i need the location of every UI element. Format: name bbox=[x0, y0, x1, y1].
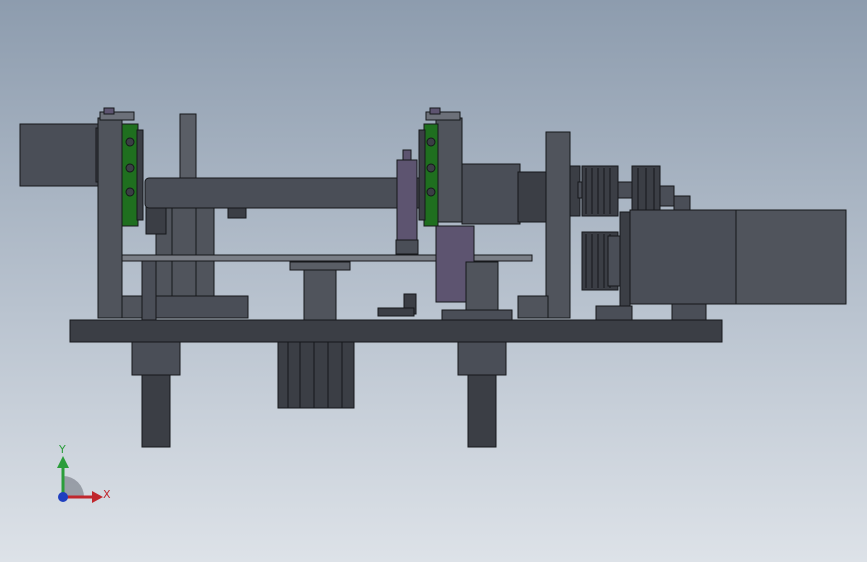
purple-cylinder bbox=[395, 149, 419, 255]
center-gear-motor bbox=[461, 163, 547, 225]
cad-viewport[interactable]: Y X bbox=[0, 0, 867, 562]
triad-x-label: X bbox=[103, 488, 111, 501]
left-green-roller bbox=[121, 123, 144, 227]
right-side-plate bbox=[517, 131, 581, 319]
base-plate bbox=[69, 319, 723, 343]
center-green-roller bbox=[418, 123, 439, 227]
left-motor bbox=[19, 123, 103, 187]
left-support-leg bbox=[131, 339, 181, 448]
right-motor bbox=[619, 209, 847, 321]
machine-assembly-drawing bbox=[19, 107, 847, 448]
center-pedestal bbox=[289, 261, 351, 321]
right-support-leg bbox=[457, 339, 507, 448]
coordinate-triad-icon bbox=[57, 456, 103, 503]
left-vertical-column bbox=[141, 113, 249, 321]
small-bracket bbox=[377, 293, 417, 317]
center-cylinder-block bbox=[277, 339, 355, 409]
upper-pulley-assembly bbox=[577, 165, 691, 217]
triad-y-label: Y bbox=[59, 443, 66, 456]
